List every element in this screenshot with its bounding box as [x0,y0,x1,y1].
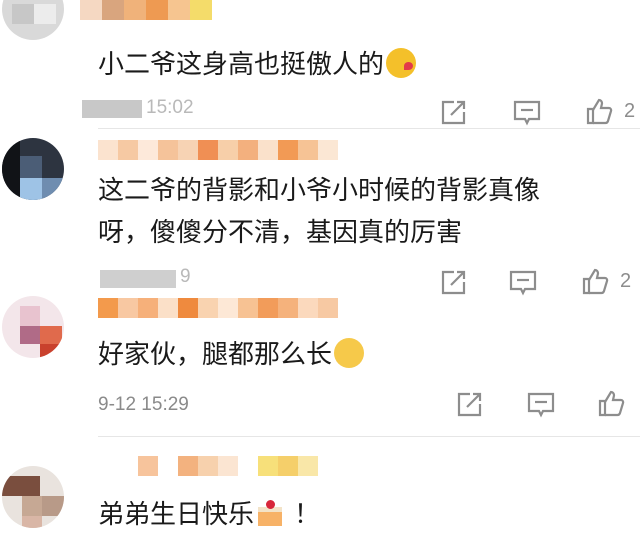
avatar[interactable] [2,0,64,40]
comment-item: 这二爷的背影和小爷小时候的背影真像 呀，傻傻分不清，基因真的厉害 9 2 [0,128,640,296]
comment-item: 弟弟生日快乐 ！ [0,436,640,535]
avatar[interactable] [2,296,64,358]
timestamp: 15:02 [146,97,194,118]
comment-icon [513,100,541,126]
share-icon [457,392,482,417]
comment-text-body: 好家伙，腿都那么长 [98,340,333,370]
birthday-cake-emoji [256,498,284,528]
comment-text: 弟弟生日快乐 ！ [98,494,630,535]
avatar[interactable] [2,466,64,528]
comment-text-line: 这二爷的背影和小爷小时候的背影真像 [98,176,541,206]
comment-text-suffix: ！ [294,500,321,530]
like-count: 2 [624,100,636,122]
comment-text: 小二爷这身高也挺傲人的 [98,44,630,86]
like-button[interactable] [596,388,632,422]
comment-text-body: 弟弟生日快乐 [98,500,255,530]
thumbs-up-icon [586,98,613,125]
kissing-face-emoji [386,48,417,78]
share-button[interactable] [438,98,474,132]
comment-button[interactable] [526,390,562,424]
thumbs-up-icon [598,390,625,417]
avatar[interactable] [2,138,64,200]
comment-text: 这二爷的背影和小爷小时候的背影真像 呀，傻傻分不清，基因真的厉害 [98,170,630,254]
username-blurred[interactable] [138,456,318,476]
timestamp: 9 [180,266,191,287]
comment-icon [527,392,555,418]
like-button[interactable] [584,96,620,130]
comment-item: 小二爷这身高也挺傲人的 15:02 2 [0,0,640,128]
timestamp-blurred [100,270,176,288]
comment-button[interactable] [512,98,548,132]
timestamp: 9-12 15:29 [98,394,189,415]
comment-text: 好家伙，腿都那么长 [98,334,630,376]
timestamp-blurred [82,100,142,118]
username-blurred[interactable] [98,298,338,318]
username-blurred[interactable] [98,140,338,160]
comment-item: 好家伙，腿都那么长 9-12 15:29 [0,290,640,435]
comment-text-body: 小二爷这身高也挺傲人的 [98,50,385,80]
share-button[interactable] [454,390,490,424]
comment-text-line: 呀，傻傻分不清，基因真的厉害 [98,218,463,248]
share-icon [441,100,466,125]
username-blurred[interactable] [80,0,212,20]
thinking-face-emoji [334,338,365,368]
